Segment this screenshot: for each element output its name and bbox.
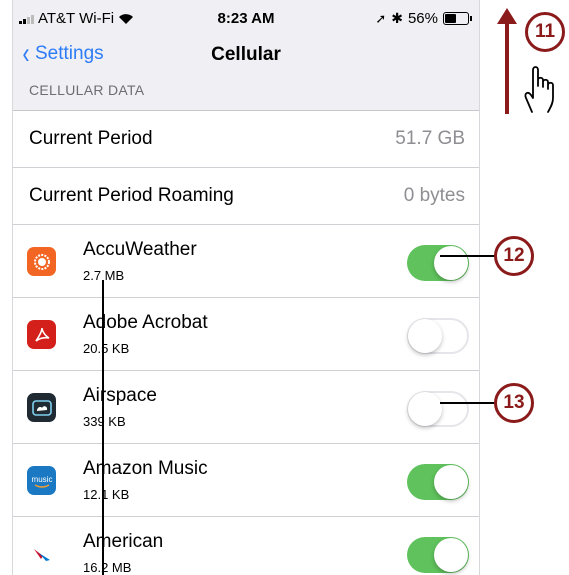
- app-data-size: 16.2 MB: [83, 560, 132, 575]
- battery-icon: [443, 12, 472, 25]
- app-name: Airspace: [83, 385, 157, 406]
- airspace-icon: [27, 393, 56, 422]
- accuweather-icon: [27, 247, 56, 276]
- status-bar: AT&T Wi-Fi 8:23 AM ➚ ✱ 56%: [13, 0, 479, 34]
- callout-12: 12: [494, 236, 534, 276]
- toggle-knob: [434, 246, 468, 280]
- svg-text:music: music: [31, 475, 52, 484]
- app-row-adobe-acrobat: Adobe Acrobat 20.5 KB: [13, 298, 479, 371]
- app-row-amazon-music: music Amazon Music 12.1 KB: [13, 444, 479, 517]
- toggle-knob: [434, 538, 468, 572]
- app-name: American: [83, 531, 164, 552]
- app-row-american: American 16.2 MB: [13, 517, 479, 575]
- cellular-toggle[interactable]: [407, 537, 469, 573]
- annotation-line-12: [440, 255, 496, 257]
- usage-label: Current Period: [29, 128, 153, 149]
- app-row-airspace: Airspace 339 KB: [13, 371, 479, 444]
- bluetooth-icon: ✱: [391, 10, 403, 26]
- annotation-line-13: [440, 402, 496, 404]
- iphone-screen: AT&T Wi-Fi 8:23 AM ➚ ✱ 56% ‹ Settings Ce…: [12, 0, 480, 575]
- location-icon: ➚: [375, 10, 387, 26]
- callout-11: 11: [525, 12, 565, 52]
- app-name: AccuWeather: [83, 239, 197, 260]
- swipe-up-arrow-icon: [497, 8, 517, 114]
- usage-row-roaming: Current Period Roaming 0 bytes: [13, 168, 479, 225]
- usage-row-current-period: Current Period 51.7 GB: [13, 111, 479, 168]
- american-airlines-icon: [27, 539, 56, 568]
- app-data-size: 12.1 KB: [83, 487, 130, 502]
- usage-value: 51.7 GB: [395, 128, 465, 149]
- cellular-toggle[interactable]: [407, 318, 469, 354]
- toggle-knob: [408, 319, 442, 353]
- usage-label: Current Period Roaming: [29, 185, 234, 206]
- annotation-line-vertical: [102, 280, 104, 575]
- status-right: ➚ ✱ 56%: [375, 10, 472, 27]
- page-title: Cellular: [211, 44, 281, 65]
- cellular-toggle[interactable]: [407, 464, 469, 500]
- amazon-music-icon: music: [27, 466, 56, 495]
- usage-value: 0 bytes: [403, 185, 465, 206]
- navigation-bar: ‹ Settings Cellular: [13, 34, 479, 78]
- finger-swipe-icon: [524, 66, 554, 113]
- cellular-toggle[interactable]: [407, 245, 469, 281]
- app-row-accuweather: AccuWeather 2.7 MB: [13, 225, 479, 298]
- toggle-knob: [408, 392, 442, 426]
- app-data-size: 20.5 KB: [83, 341, 130, 356]
- toggle-knob: [434, 465, 468, 499]
- section-header: CELLULAR DATA: [29, 82, 145, 98]
- battery-percent: 56%: [407, 10, 438, 27]
- app-data-size: 339 KB: [83, 414, 126, 429]
- cellular-data-list: Current Period 51.7 GB Current Period Ro…: [13, 110, 479, 575]
- cellular-toggle[interactable]: [407, 391, 469, 427]
- adobe-acrobat-icon: [27, 320, 56, 349]
- callout-13: 13: [494, 383, 534, 423]
